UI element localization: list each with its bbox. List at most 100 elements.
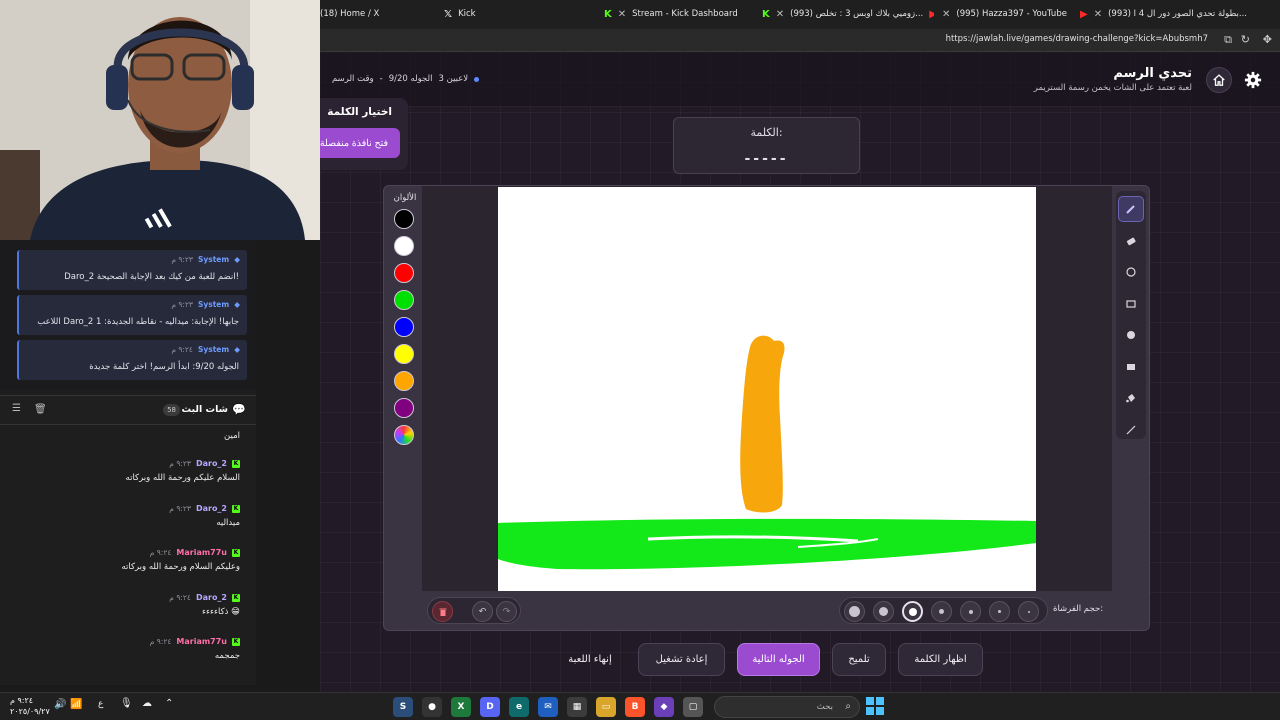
folder-icon[interactable]: ▭ — [596, 697, 616, 717]
brush-size-xxs[interactable] — [989, 601, 1010, 622]
settings-button[interactable] — [1240, 67, 1266, 93]
circle-icon — [1126, 267, 1136, 277]
align-icon[interactable]: ☰ — [12, 403, 21, 414]
filled-rectangle-tool[interactable] — [1118, 354, 1144, 380]
reload-icon[interactable]: ↻ — [1241, 33, 1250, 46]
brave-icon[interactable]: B — [625, 697, 645, 717]
brush-size-xl[interactable] — [844, 601, 865, 622]
volume-icon[interactable]: 🔊 — [54, 699, 66, 710]
system-message: ٩:٢٤ م System ◆ الجوله 9/20: ابدأ الرسم!… — [17, 340, 247, 380]
next-round-button[interactable]: الجوله التالية — [737, 643, 820, 676]
obs-icon[interactable]: ● — [422, 697, 442, 717]
message-header: ٩:٢٣ م System ◆ — [171, 300, 240, 309]
word-blanks: ----- — [744, 151, 789, 167]
microphone-icon[interactable]: 🎙 — [120, 698, 133, 709]
mail-icon[interactable]: ✉ — [538, 697, 558, 717]
address-bar[interactable]: https://jawlah.live/games/drawing-challe… — [320, 29, 1280, 52]
end-game-button[interactable]: إنهاء اللعبة — [552, 643, 628, 676]
kick-logo-icon: K — [762, 8, 770, 20]
eraser-tool[interactable] — [1118, 228, 1144, 254]
color-swatch[interactable] — [394, 209, 414, 229]
word-label: الكلمة: — [750, 126, 783, 139]
windows-start-icon[interactable] — [866, 697, 884, 715]
game-header: وقت الرسم - الجوله 9/20 3 لاعبين تحدي ال… — [320, 52, 1280, 107]
brush-dot — [1027, 610, 1030, 613]
message-text: جمجمه — [214, 651, 240, 661]
language-indicator[interactable]: ع — [98, 699, 103, 709]
close-icon[interactable]: ✕ — [776, 9, 784, 20]
message-user[interactable]: Daro_2 — [196, 593, 227, 602]
taskbar-clock[interactable]: ٩:٢٤ م ٢٠٢٥/٠٩/٢٧ — [10, 695, 50, 717]
open-popup-button[interactable]: فتح نافذة منفصلة — [320, 128, 400, 158]
rectangle-tool[interactable] — [1118, 291, 1144, 317]
kick-badge-icon: K — [232, 637, 240, 646]
copy-link-icon[interactable]: ⧉ — [1224, 33, 1232, 47]
app-icon[interactable]: ◆ — [654, 697, 674, 717]
tab-kick[interactable]: 𝕏 Kick — [444, 4, 594, 24]
store-icon[interactable]: ▦ — [567, 697, 587, 717]
brush-size-xs[interactable] — [960, 601, 981, 622]
close-icon[interactable]: ✕ — [618, 9, 626, 20]
clear-canvas-button[interactable] — [432, 601, 453, 622]
message-user[interactable]: Daro_2 — [196, 504, 227, 513]
tab-x-home[interactable]: (18) Home / X — [320, 4, 438, 24]
word-display: الكلمة: ----- — [673, 117, 860, 174]
brush-dot — [998, 610, 1001, 613]
trash-icon[interactable]: 🗑 — [34, 404, 47, 415]
color-swatch[interactable] — [394, 263, 414, 283]
custom-color-picker[interactable] — [394, 425, 414, 445]
brush-size-lg[interactable] — [873, 601, 894, 622]
edge-icon[interactable]: e — [509, 697, 529, 717]
color-swatch[interactable] — [394, 236, 414, 256]
tab-youtube-2[interactable]: ✕ (995) Hazza397 - YouTube — [942, 4, 1070, 24]
restart-button[interactable]: إعادة تشغيل — [638, 643, 725, 676]
chevron-up-icon[interactable]: ⌃ — [165, 698, 173, 709]
close-icon[interactable]: ✕ — [1094, 9, 1102, 20]
redo-icon: ↷ — [502, 606, 511, 617]
search-icon: ⌕ — [845, 701, 851, 712]
youtube-logo-icon: ▶ — [1080, 8, 1088, 20]
message-user[interactable]: Mariam77u — [176, 548, 227, 557]
filled-circle-tool[interactable] — [1118, 322, 1144, 348]
drawing-canvas[interactable] — [498, 187, 1036, 591]
redo-button[interactable]: ↷ — [496, 601, 517, 622]
color-swatch[interactable] — [394, 290, 414, 310]
tab-youtube-1[interactable]: K ✕ (993) زوميي بلاك اوبس 3 : تخلص... ▶ — [762, 4, 934, 24]
message-user[interactable]: Daro_2 — [196, 459, 227, 468]
color-swatch[interactable] — [394, 371, 414, 391]
home-button[interactable] — [1206, 67, 1232, 93]
window-icon[interactable]: ▢ — [683, 697, 703, 717]
discord-icon[interactable]: D — [480, 697, 500, 717]
xbox-icon[interactable]: X — [451, 697, 471, 717]
pencil-tool[interactable] — [1118, 196, 1144, 222]
url-text[interactable]: https://jawlah.live/games/drawing-challe… — [946, 34, 1208, 44]
fill-bucket-tool[interactable] — [1118, 385, 1144, 411]
pencil-icon — [1126, 205, 1135, 214]
brush-size-md[interactable] — [902, 601, 923, 622]
tool-panel — [1116, 191, 1146, 439]
undo-button[interactable]: ↶ — [472, 601, 493, 622]
move-icon[interactable]: ✥ — [1263, 33, 1272, 46]
chat-bubble-icon: 💬 — [232, 403, 246, 416]
close-icon[interactable]: ✕ — [942, 9, 950, 20]
tab-kick-dashboard[interactable]: K ✕ Stream - Kick Dashboard — [604, 4, 756, 24]
tab-youtube-3[interactable]: ▶ ✕ (993) بطولة تحدي الصور دور ال 4 ا...… — [1080, 4, 1252, 24]
steam-icon[interactable]: S — [393, 697, 413, 717]
show-word-button[interactable]: اظهار الكلمة — [898, 643, 983, 676]
taskbar-search[interactable]: ⌕ بحث — [714, 696, 860, 718]
cloud-icon[interactable]: ☁ — [142, 698, 152, 709]
color-swatch[interactable] — [394, 317, 414, 337]
color-swatch[interactable] — [394, 344, 414, 364]
round-text: الجوله 9/20 — [388, 74, 433, 84]
brush-size-min[interactable] — [1018, 601, 1039, 622]
home-icon — [1213, 74, 1225, 86]
circle-tool[interactable] — [1118, 259, 1144, 285]
color-swatch[interactable] — [394, 398, 414, 418]
message-user[interactable]: Mariam77u — [176, 637, 227, 646]
brush-size-sm[interactable] — [931, 601, 952, 622]
system-message: ٩:٢٣ م System ◆ اللاعب Daro_2 جابها! الإ… — [17, 295, 247, 335]
hint-button[interactable]: تلميح — [832, 643, 886, 676]
wifi-icon[interactable]: 📶 — [70, 699, 82, 710]
brush-dot — [908, 607, 917, 616]
line-tool[interactable] — [1118, 417, 1144, 443]
